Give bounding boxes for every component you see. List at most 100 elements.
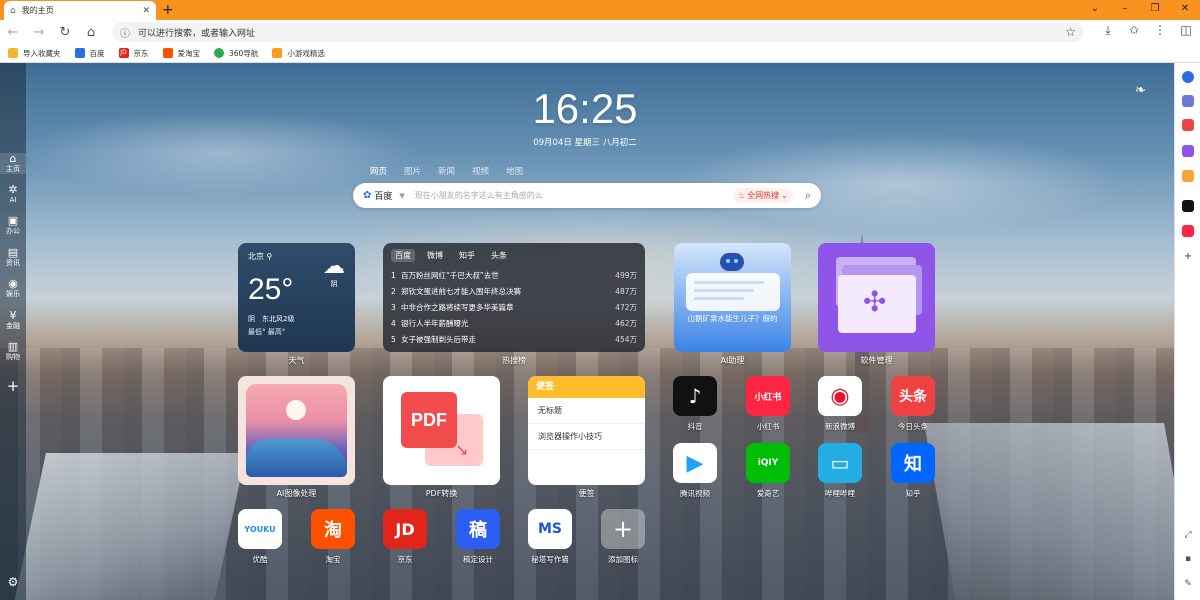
sticky-note-card[interactable]: 便签 无标题 浏览器操作小技巧 (528, 376, 645, 485)
app-manager-icon[interactable] (1182, 145, 1194, 157)
minimize-button[interactable]: – (1110, 0, 1140, 20)
pdf-convert-card[interactable]: PDF ↘ (383, 376, 500, 485)
search-input[interactable] (414, 191, 733, 200)
new-tab-button[interactable]: + (162, 2, 174, 18)
search-engine-select[interactable]: ✿ 百度 ▼ (363, 189, 405, 202)
forward-button[interactable]: → (26, 25, 52, 40)
taobao-app[interactable]: 淘 (311, 509, 355, 549)
eye-icon[interactable] (1182, 71, 1194, 83)
add-icon[interactable]: + (1182, 251, 1194, 263)
baidu-paw-icon: ✿ (363, 190, 372, 201)
address-bar[interactable]: ⓘ 可以进行搜索，或者输入网址 ☆ (112, 22, 1084, 42)
tab-close-icon[interactable]: ✕ (142, 6, 150, 16)
sidebar-toggle-icon[interactable]: ◫ (1178, 23, 1194, 38)
weather-card[interactable]: 北京 ⚲ 25° ☁ 阴 阴 东北风2级 最低° 最高° (238, 243, 355, 352)
sidebar-item-shopping[interactable]: ▥ 购物 (0, 341, 26, 362)
plus-icon: + (6, 377, 20, 395)
sidebar-label: 购物 (6, 353, 20, 361)
iqiyi-app[interactable]: iQIY (746, 443, 790, 483)
bookmark-star-icon[interactable]: ☆ (1065, 25, 1084, 39)
toutiao-icon: 头条 (899, 389, 927, 405)
back-button[interactable]: ← (0, 25, 26, 40)
zhihu-icon: 知 (904, 454, 922, 475)
metaso-app[interactable]: MS (528, 509, 572, 549)
game-icon[interactable] (1182, 170, 1194, 182)
hot-title: 中非合作之路将续写更多华美篇章 (401, 303, 514, 312)
hot-item[interactable]: 3 中非合作之路将续写更多华美篇章 472万 (391, 300, 637, 316)
home-button[interactable]: ⌂ (78, 25, 104, 40)
info-icon[interactable]: ⓘ (120, 25, 130, 40)
gaoding-app[interactable]: 稿 (456, 509, 500, 549)
bookmark-taobao[interactable]: 爱淘宝 (162, 48, 200, 59)
toutiao-app[interactable]: 头条 (891, 376, 935, 416)
sidebar-item-finance[interactable]: ¥ 金融 (0, 310, 26, 331)
sidebar-item-entertainment[interactable]: ◉ 娱乐 (0, 278, 26, 299)
image-icon[interactable] (1182, 95, 1194, 107)
menu-icon[interactable]: ⋮ (1152, 23, 1168, 38)
reload-button[interactable]: ↻ (52, 25, 78, 40)
hot-tab-zhihu[interactable]: 知乎 (455, 249, 479, 262)
tab-news[interactable]: 新闻 (438, 165, 455, 177)
download-icon[interactable]: ⤓ (1100, 23, 1116, 38)
note-item[interactable]: 无标题 (528, 398, 645, 424)
douyin-app[interactable]: ♪ (673, 376, 717, 416)
douyin-icon[interactable] (1182, 200, 1194, 212)
hot-tab-toutiao[interactable]: 头条 (487, 249, 511, 262)
sidebar-item-home[interactable]: ⌂ 主页 (0, 153, 26, 174)
bookmark-jd[interactable]: JD 京东 (118, 48, 149, 59)
hot-item[interactable]: 2 郑钦文蛋进前七才能入围年终总决赛 487万 (391, 284, 637, 300)
app-label: 稿定设计 (463, 555, 493, 564)
search-tabs: 网页 图片 新闻 视频 地图 (370, 165, 523, 177)
hot-title: 银行人半年薪酬曝光 (401, 319, 469, 328)
favorites-icon[interactable]: ✩ (1126, 23, 1142, 38)
tab-images[interactable]: 图片 (404, 165, 421, 177)
xiaohongshu-icon[interactable] (1182, 225, 1194, 237)
software-manager-card[interactable]: ✣ (818, 243, 935, 352)
hot-item[interactable]: 4 银行人半年薪酬曝光 462万 (391, 316, 637, 332)
app-label: 今日头条 (898, 422, 928, 431)
bookmark-import[interactable]: 导入收藏夹 (8, 48, 61, 59)
hot-tab-baidu[interactable]: 百度 (391, 249, 415, 262)
bookmark-360[interactable]: 360导航 (214, 48, 258, 59)
youku-app[interactable]: YOUKU (238, 509, 282, 549)
weibo-app[interactable]: ◉ (818, 376, 862, 416)
sidebar-item-ai[interactable]: ✲ AI (0, 184, 26, 205)
leaf-icon[interactable]: ❧ (1135, 83, 1146, 98)
clock-time: 16:25 (532, 85, 638, 132)
bookmark-games[interactable]: 小游戏精选 (272, 48, 325, 59)
ai-assistant-card[interactable]: 山鹅矿泉水能生儿子？假的 (674, 243, 791, 352)
close-window-button[interactable]: ✕ (1170, 0, 1200, 20)
jd-app[interactable]: JD (383, 509, 427, 549)
bilibili-app[interactable]: ▭ (818, 443, 862, 483)
lock-icon[interactable]: ▪ (1182, 553, 1194, 565)
search-icon[interactable]: ⌕ (805, 189, 811, 203)
edit-icon[interactable]: ✎ (1182, 578, 1194, 590)
xiaohongshu-app[interactable]: 小红书 (746, 376, 790, 416)
note-item[interactable]: 浏览器操作小技巧 (528, 424, 645, 450)
sidebar-item-office[interactable]: ▣ 办公 (0, 215, 26, 236)
ai-image-card[interactable] (238, 376, 355, 485)
pdf-icon[interactable] (1182, 119, 1194, 131)
tab-search-icon[interactable]: ⌄ (1080, 0, 1110, 20)
bookmark-baidu[interactable]: 百度 (74, 48, 105, 59)
zhihu-app[interactable]: 知 (891, 443, 935, 483)
tab-web[interactable]: 网页 (370, 165, 387, 177)
expand-icon[interactable]: ⤢ (1182, 529, 1194, 541)
hot-item[interactable]: 5 女子被强制剃头后带走 454万 (391, 332, 637, 348)
add-icon-button[interactable]: + (601, 509, 645, 549)
hot-label: 全网热搜 (747, 191, 780, 200)
window-front: ✣ (838, 275, 916, 333)
tab-video[interactable]: 视频 (472, 165, 489, 177)
restore-button[interactable]: ❐ (1140, 0, 1170, 20)
briefcase-icon: ▣ (7, 214, 19, 227)
hot-item[interactable]: 1 百万粉丝网红“千巴大叔”去世 499万 (391, 268, 637, 284)
sidebar-item-news[interactable]: ▤ 资讯 (0, 247, 26, 268)
ai-question: 山鹅矿泉水能生儿子？假的 (687, 314, 778, 323)
sidebar-add-button[interactable]: + (0, 377, 26, 395)
settings-button[interactable]: ⚙ (0, 575, 26, 589)
tencent-video-app[interactable]: ▶ (673, 443, 717, 483)
hot-tab-weibo[interactable]: 微博 (423, 249, 447, 262)
tab-map[interactable]: 地图 (506, 165, 523, 177)
hot-search-badge[interactable]: ♨ 全网热搜 ⌄ (732, 188, 793, 203)
browser-tab[interactable]: ⌂ 我的主页 ✕ (4, 1, 156, 20)
